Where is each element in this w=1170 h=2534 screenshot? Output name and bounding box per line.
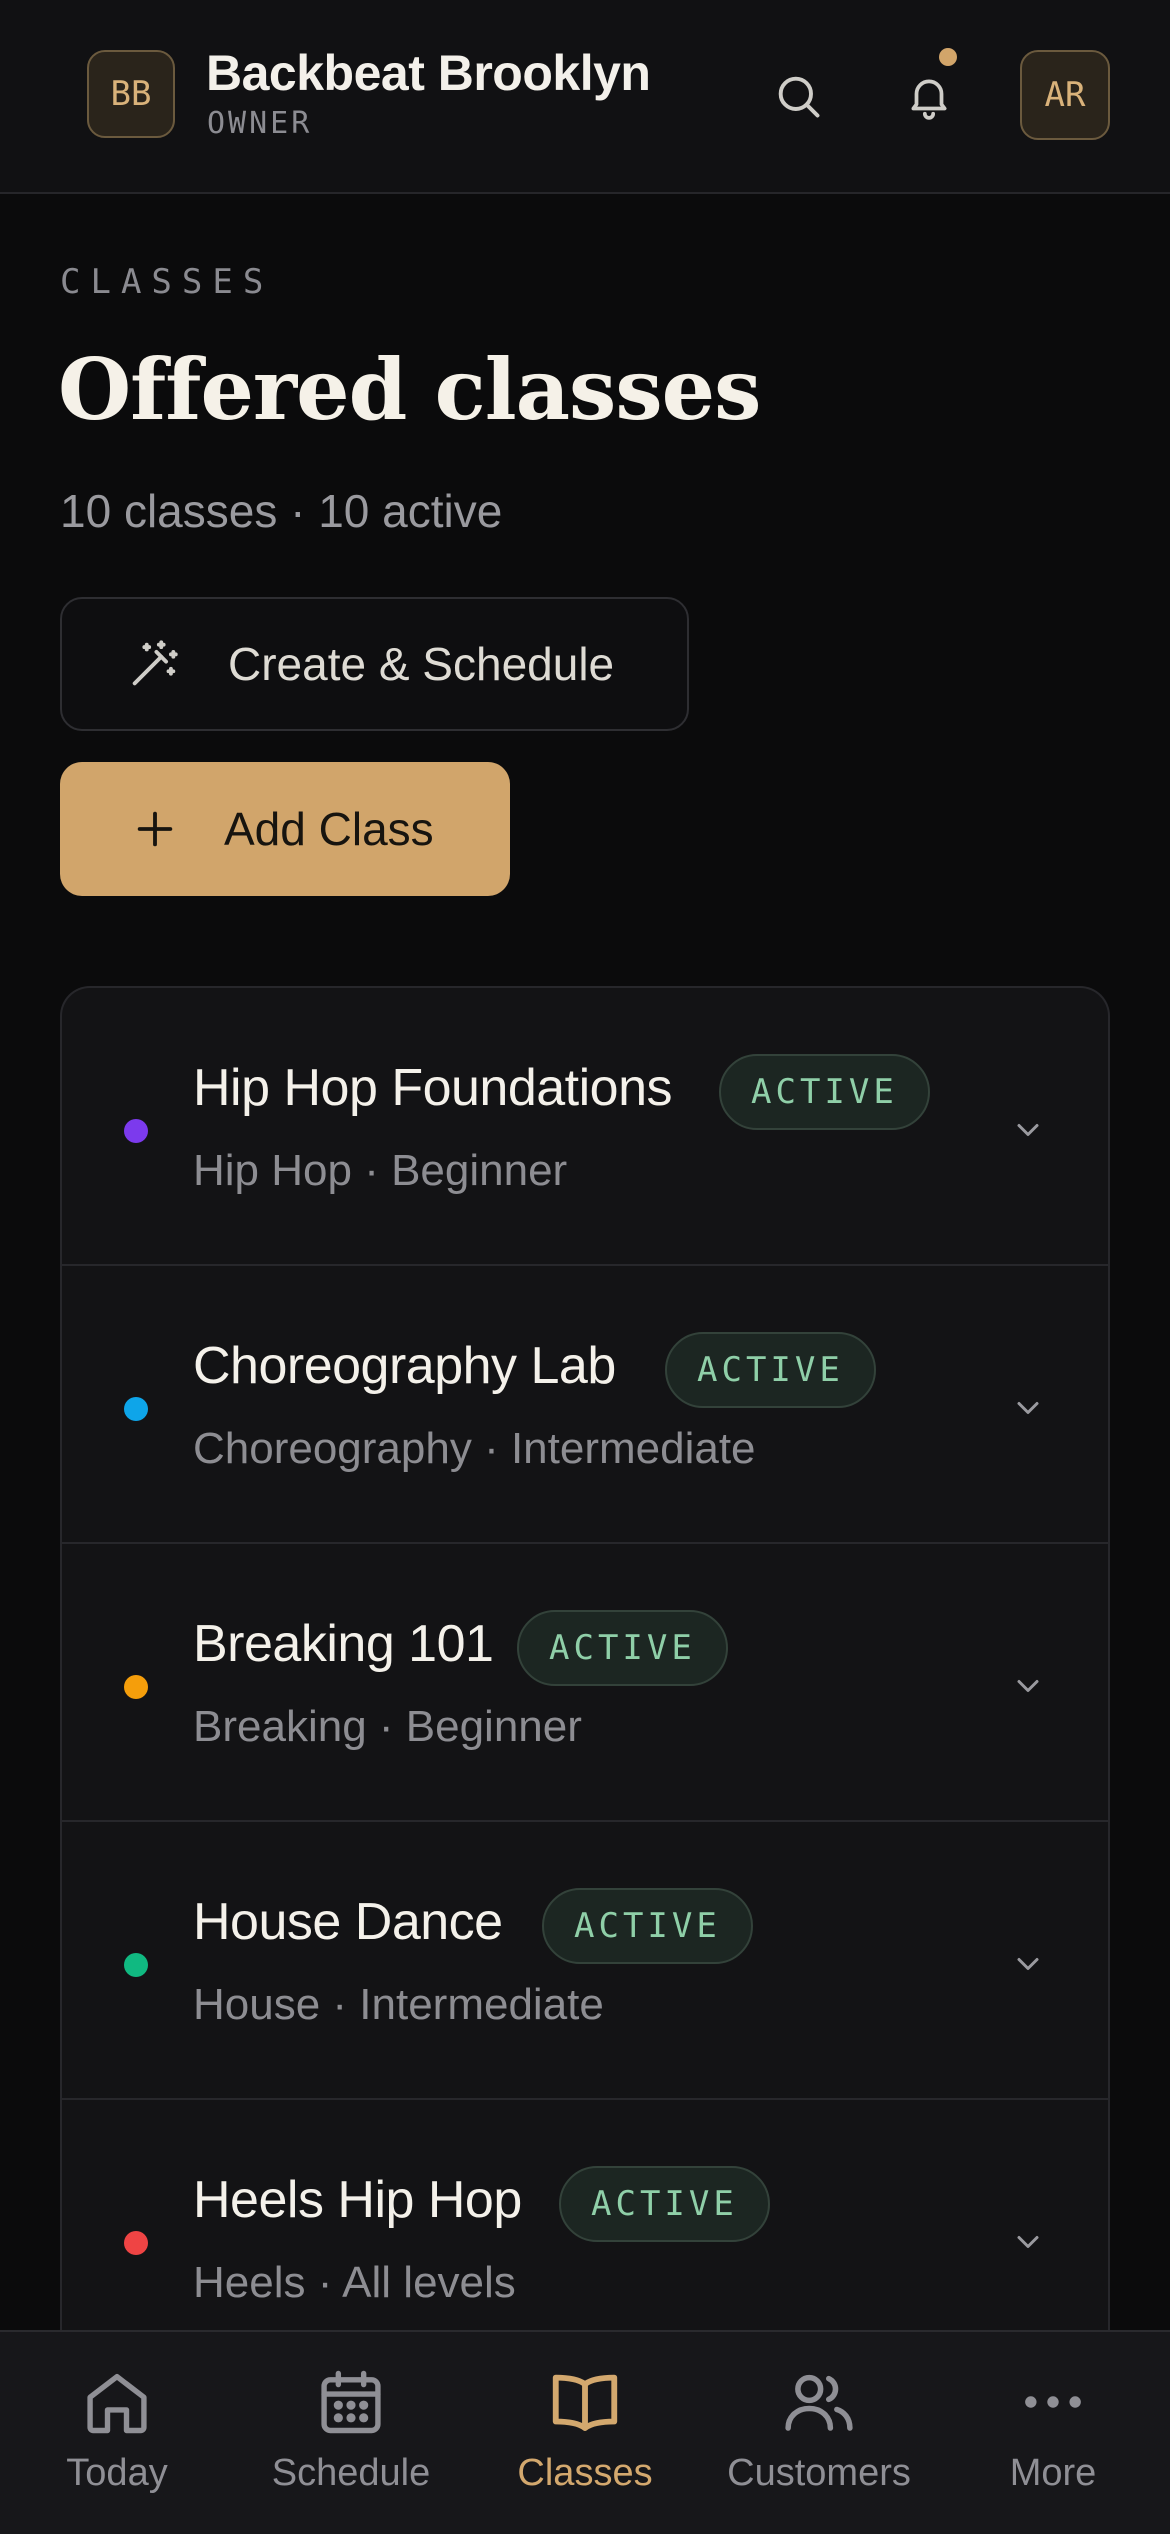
class-name: Choreography Lab: [193, 1337, 616, 1395]
class-list: Hip Hop Foundations ACTIVE Hip Hop · Beg…: [60, 986, 1110, 2386]
class-color-dot: [124, 1953, 148, 1977]
class-color-dot: [124, 1119, 148, 1143]
class-row[interactable]: Hip Hop Foundations ACTIVE Hip Hop · Beg…: [62, 988, 1108, 1266]
book-icon: [545, 2362, 625, 2442]
class-row[interactable]: Choreography Lab ACTIVE Choreography · I…: [62, 1266, 1108, 1544]
class-row[interactable]: Breaking 101 ACTIVE Breaking · Beginner: [62, 1544, 1108, 1822]
class-meta: Heels · All levels: [193, 2258, 516, 2307]
class-name: Heels Hip Hop: [193, 2171, 522, 2229]
plus-icon: [130, 804, 180, 854]
class-color-dot: [124, 1397, 148, 1421]
nav-label: Classes: [517, 2452, 653, 2494]
nav-item-customers[interactable]: Customers: [702, 2332, 936, 2534]
class-name: House Dance: [193, 1893, 503, 1951]
classes-summary: 10 classes · 10 active: [60, 485, 503, 537]
add-class-button[interactable]: Add Class: [60, 762, 510, 896]
create-schedule-label: Create & Schedule: [228, 638, 615, 690]
chevron-down-icon[interactable]: [998, 1378, 1058, 1438]
status-badge: ACTIVE: [517, 1610, 728, 1686]
section-eyebrow: CLASSES: [60, 262, 274, 302]
class-meta: Breaking · Beginner: [193, 1702, 582, 1751]
search-button[interactable]: [762, 60, 834, 132]
nav-item-today[interactable]: Today: [0, 2332, 234, 2534]
user-avatar[interactable]: AR: [1020, 50, 1110, 140]
status-badge: ACTIVE: [559, 2166, 770, 2242]
create-schedule-button[interactable]: Create & Schedule: [60, 597, 689, 731]
user-role: OWNER: [207, 106, 313, 141]
studio-name: Backbeat Brooklyn: [206, 45, 651, 101]
chevron-down-icon[interactable]: [998, 1656, 1058, 1716]
class-meta: House · Intermediate: [193, 1980, 604, 2029]
bottom-nav: Today Schedule Classes Customers More: [0, 2330, 1170, 2534]
nav-item-more[interactable]: More: [936, 2332, 1170, 2534]
search-icon: [778, 76, 820, 118]
nav-label: More: [1009, 2452, 1097, 2494]
page-title: Offered classes: [58, 340, 761, 439]
class-color-dot: [124, 1675, 148, 1699]
more-icon: [1013, 2362, 1093, 2442]
status-badge: ACTIVE: [542, 1888, 753, 1964]
nav-label: Customers: [727, 2452, 911, 2494]
top-bar: BB Backbeat Brooklyn OWNER AR: [0, 0, 1170, 194]
class-meta: Choreography · Intermediate: [193, 1424, 756, 1473]
add-class-label: Add Class: [224, 803, 434, 855]
notification-dot: [939, 48, 957, 66]
chevron-down-icon[interactable]: [998, 1934, 1058, 1994]
nav-label: Today: [66, 2452, 168, 2494]
chevron-down-icon[interactable]: [998, 1100, 1058, 1160]
bell-icon: [911, 79, 947, 120]
magic-wand-icon: [124, 634, 184, 694]
nav-label: Schedule: [271, 2452, 431, 2494]
class-name: Breaking 101: [193, 1615, 494, 1673]
studio-logo-badge[interactable]: BB: [87, 50, 175, 138]
chevron-down-icon[interactable]: [998, 2212, 1058, 2272]
status-badge: ACTIVE: [665, 1332, 876, 1408]
nav-item-schedule[interactable]: Schedule: [234, 2332, 468, 2534]
users-icon: [779, 2362, 859, 2442]
home-icon: [77, 2362, 157, 2442]
class-name: Hip Hop Foundations: [193, 1059, 673, 1117]
status-badge: ACTIVE: [719, 1054, 930, 1130]
calendar-icon: [311, 2362, 391, 2442]
class-row[interactable]: House Dance ACTIVE House · Intermediate: [62, 1822, 1108, 2100]
notifications-button[interactable]: [893, 60, 965, 132]
class-meta: Hip Hop · Beginner: [193, 1146, 568, 1195]
class-color-dot: [124, 2231, 148, 2255]
nav-item-classes[interactable]: Classes: [468, 2332, 702, 2534]
